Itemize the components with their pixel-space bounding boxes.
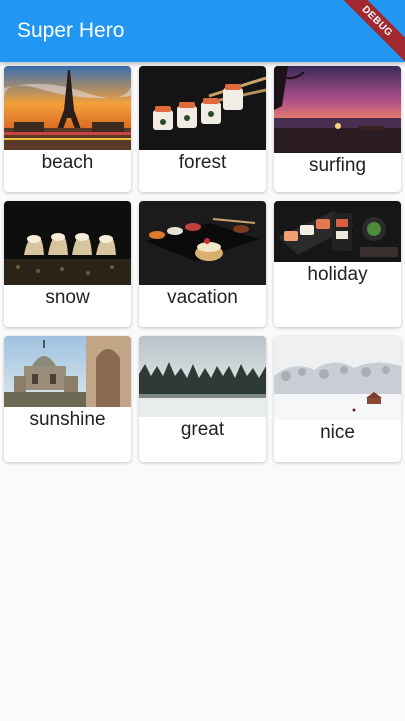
card-label: holiday xyxy=(307,264,368,285)
card-label: sunshine xyxy=(29,409,106,430)
grid-card-forest[interactable]: forest xyxy=(139,66,266,192)
card-label: beach xyxy=(41,152,94,173)
grid-card-vacation[interactable]: vacation xyxy=(139,201,266,327)
snowy-landscape-image xyxy=(274,336,401,420)
domed-monument-image xyxy=(4,336,131,407)
eiffel-tower-sunset-image xyxy=(4,66,131,150)
card-label: snow xyxy=(45,287,90,308)
app-title: Super Hero xyxy=(17,19,125,42)
misty-pine-forest-image xyxy=(139,336,266,417)
card-label: surfing xyxy=(308,155,367,176)
card-label: vacation xyxy=(167,287,238,308)
grid-card-surfing[interactable]: surfing xyxy=(274,66,401,192)
sushi-rolls-image xyxy=(139,66,266,150)
cream-pastries-image xyxy=(4,201,131,285)
app-bar: Super Hero xyxy=(0,0,405,62)
food-platter-image xyxy=(139,201,266,285)
grid-card-great[interactable]: great xyxy=(139,336,266,462)
grid-card-holiday[interactable]: holiday xyxy=(274,201,401,327)
image-grid: beach forest surfing snow vacation holid… xyxy=(4,66,401,462)
sushi-board-image xyxy=(274,201,401,262)
grid-card-snow[interactable]: snow xyxy=(4,201,131,327)
card-label: forest xyxy=(178,152,227,173)
grid-card-sunshine[interactable]: sunshine xyxy=(4,336,131,462)
card-label: nice xyxy=(320,422,355,443)
grid-card-beach[interactable]: beach xyxy=(4,66,131,192)
beach-dusk-image xyxy=(274,66,401,153)
card-label: great xyxy=(180,419,225,440)
grid-card-nice[interactable]: nice xyxy=(274,336,401,462)
